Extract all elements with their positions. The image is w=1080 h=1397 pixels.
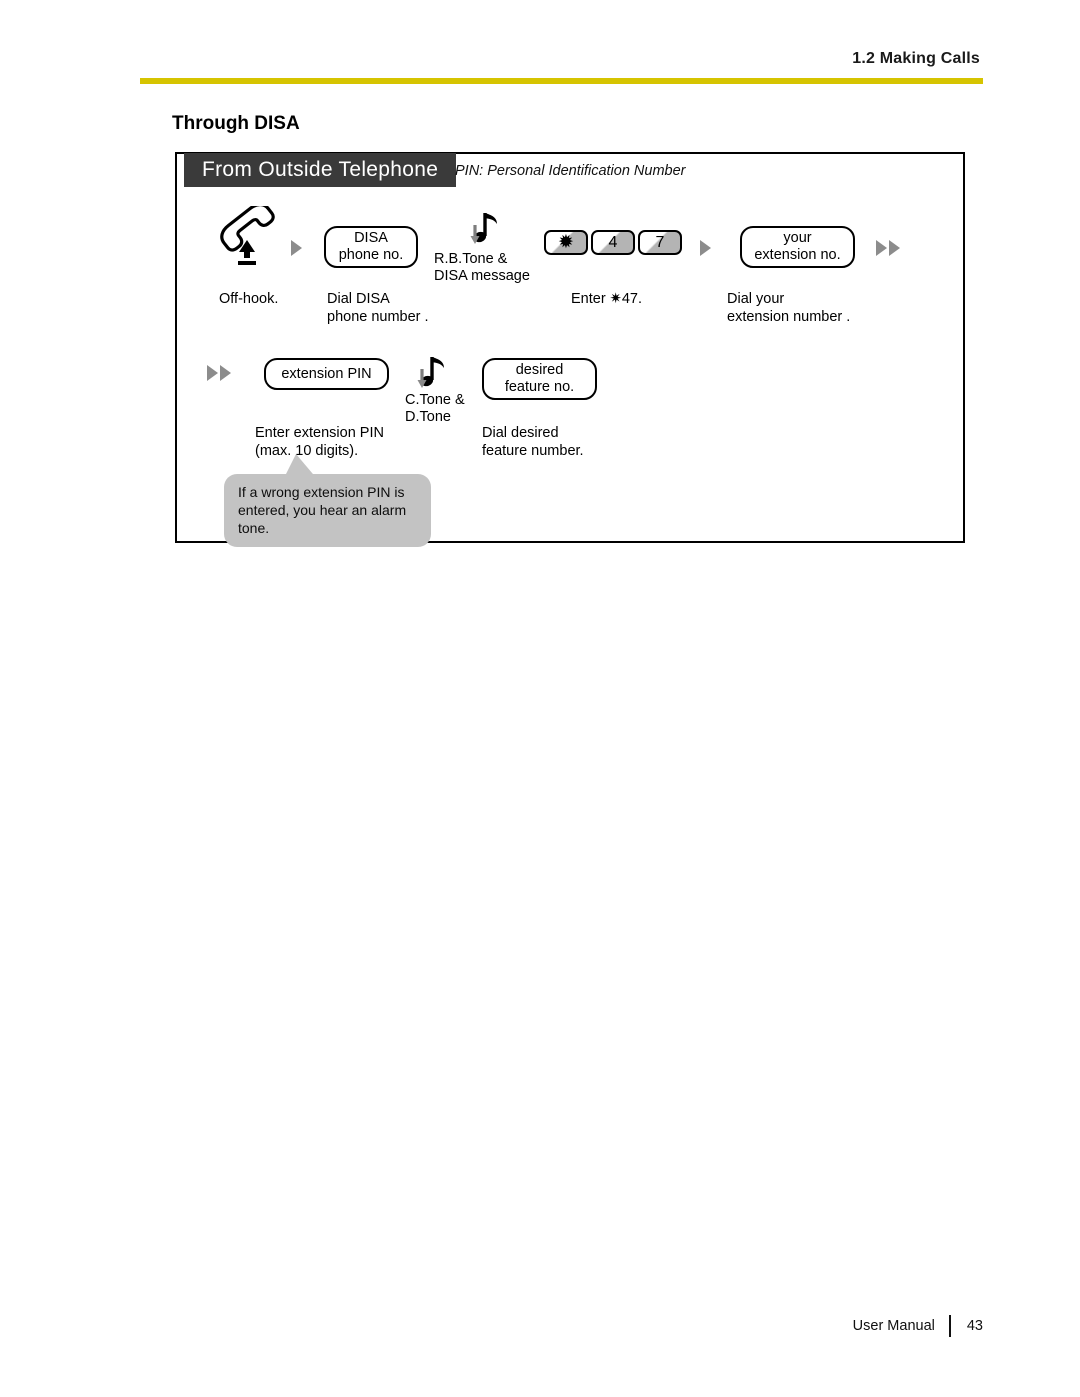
feature-key-line1: desired: [515, 362, 564, 378]
wrong-pin-callout: If a wrong extension PIN is entered, you…: [224, 474, 431, 547]
desired-feature-number-key: desired feature no.: [482, 358, 597, 400]
keycap-star[interactable]: ✹: [544, 230, 588, 255]
ringback-tone-note-icon: [469, 207, 507, 256]
keycap-4[interactable]: 4: [591, 230, 635, 255]
pin-key-line1: extension PIN: [281, 365, 372, 382]
page-footer: User Manual 43: [853, 1315, 983, 1337]
dial-disa-caption: Dial DISA phone number .: [327, 291, 429, 325]
disa-procedure-diagram: From Outside Telephone PIN: Personal Ide…: [175, 152, 965, 547]
footer-separator: [948, 1315, 951, 1337]
diagram-banner-label: From Outside Telephone: [184, 153, 457, 187]
footer-manual-label: User Manual: [852, 1318, 935, 1334]
enter-star47-caption: Enter ✷47.: [571, 291, 642, 307]
disa-key-line2: phone no.: [338, 247, 404, 263]
dial-feature-caption: Dial desired feature number.: [482, 425, 584, 459]
star-47-keypad: ✹ 4 7: [544, 230, 682, 255]
page-title: Through DISA: [172, 113, 300, 134]
offhook-caption: Off-hook.: [219, 291, 279, 307]
pin-definition-note: PIN: Personal Identification Number: [455, 163, 686, 179]
flow-arrow-4: [207, 365, 231, 381]
enter-pin-caption: Enter extension PIN (max. 10 digits).: [255, 425, 384, 459]
keycap-7[interactable]: 7: [638, 230, 682, 255]
flow-arrow-1: [291, 240, 302, 256]
dial-extension-caption: Dial your extension number .: [727, 291, 851, 325]
extension-key-line1: your: [783, 230, 812, 246]
flow-arrow-2: [700, 240, 711, 256]
ringback-tone-label: R.B.Tone & DISA message: [434, 251, 530, 284]
feature-key-line2: feature no.: [504, 379, 575, 395]
your-extension-number-key: your extension no.: [740, 226, 855, 268]
extension-pin-key: extension PIN: [264, 358, 389, 390]
header-divider-rule: [140, 78, 983, 84]
confirmation-tone-label: C.Tone & D.Tone: [405, 392, 465, 425]
offhook-handset-icon: [215, 202, 287, 273]
disa-phone-number-key: DISA phone no.: [324, 226, 418, 268]
footer-page-number: 43: [966, 1318, 983, 1334]
page-section-label: 1.2 Making Calls: [852, 50, 980, 67]
extension-key-line2: extension no.: [754, 247, 841, 263]
disa-key-line1: DISA: [354, 230, 388, 246]
flow-arrow-3-wrap: [876, 240, 900, 256]
